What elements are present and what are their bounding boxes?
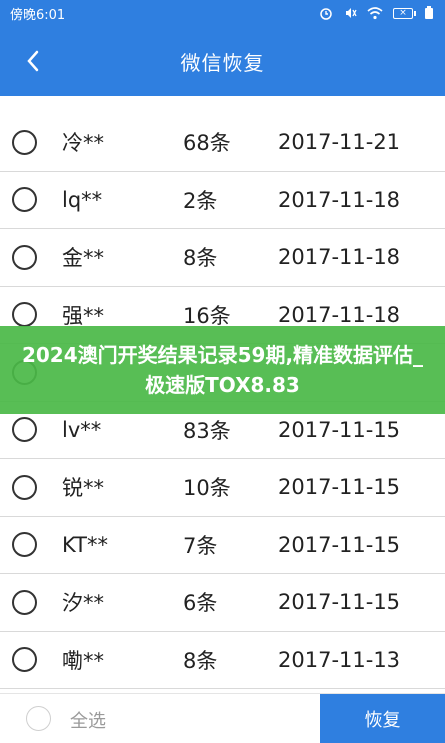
message-count: 6条 (183, 591, 218, 616)
message-count: 8条 (183, 246, 218, 271)
contact-name: lq** (62, 187, 103, 212)
message-count: 7条 (183, 533, 218, 558)
battery-icon: × (393, 7, 416, 19)
row-radio[interactable] (12, 474, 37, 500)
row-radio[interactable] (12, 244, 37, 270)
contact-name: lv** (62, 417, 102, 442)
back-button[interactable] (18, 46, 48, 76)
alarm-icon (320, 8, 332, 20)
row-radio[interactable] (12, 302, 37, 328)
select-all-label[interactable]: 全选 (70, 707, 106, 733)
row-radio[interactable] (12, 187, 37, 213)
row-radio[interactable] (12, 129, 37, 155)
message-date: 2017-11-18 (278, 245, 401, 270)
status-bar: 傍晚6:01 × (0, 0, 445, 26)
bottom-bar: 全选 恢复 (0, 693, 445, 743)
message-count: 8条 (183, 648, 218, 673)
contact-name: 冷** (62, 131, 104, 156)
message-date: 2017-11-21 (278, 130, 401, 155)
contact-name: 汐** (62, 591, 104, 616)
message-count: 2条 (183, 188, 218, 213)
contact-name: KT** (62, 532, 108, 557)
list-item[interactable]: KT** 7条 2017-11-15 (0, 517, 445, 574)
list-item[interactable]: 金** 8条 2017-11-18 (0, 229, 445, 287)
row-radio[interactable] (12, 417, 37, 443)
message-count: 10条 (183, 476, 231, 501)
list-item[interactable]: 嘞** 8条 2017-11-13 (0, 632, 445, 689)
row-radio[interactable] (12, 589, 37, 615)
row-radio[interactable] (12, 647, 37, 673)
list-item[interactable]: lq** 2条 2017-11-18 (0, 172, 445, 229)
overlay-text: 2024澳门开奖结果记录59期,精准数据评估_极速版TOX8.83 (21, 343, 424, 397)
page-title: 微信恢复 (180, 50, 265, 75)
select-all-radio[interactable] (26, 706, 51, 731)
message-date: 2017-11-15 (278, 417, 401, 442)
header: 微信恢复 (0, 26, 445, 96)
message-date: 2017-11-18 (278, 302, 401, 327)
battery-level-icon (425, 6, 433, 19)
contact-name: 锐** (62, 476, 104, 501)
recover-button[interactable]: 恢复 (320, 694, 445, 743)
wifi-icon (367, 6, 383, 19)
message-date: 2017-11-15 (278, 475, 401, 500)
status-icons: × (319, 6, 435, 20)
list-item[interactable]: 锐** 10条 2017-11-15 (0, 459, 445, 517)
chevron-left-icon (27, 50, 39, 72)
overlay-banner: 2024澳门开奖结果记录59期,精准数据评估_极速版TOX8.83 (0, 326, 445, 414)
contact-name: 嘞** (62, 648, 104, 673)
contact-name: 金** (62, 246, 104, 271)
message-count: 83条 (183, 418, 231, 443)
mute-icon (346, 8, 357, 18)
status-time: 傍晚6:01 (10, 7, 66, 23)
message-date: 2017-11-18 (278, 187, 401, 212)
message-date: 2017-11-15 (278, 590, 401, 615)
list-item[interactable]: 冷** 68条 2017-11-21 (0, 114, 445, 172)
message-date: 2017-11-15 (278, 532, 401, 557)
list-item[interactable]: 汐** 6条 2017-11-15 (0, 574, 445, 632)
row-radio[interactable] (12, 532, 37, 558)
message-count: 68条 (183, 131, 231, 156)
message-date: 2017-11-13 (278, 647, 401, 672)
